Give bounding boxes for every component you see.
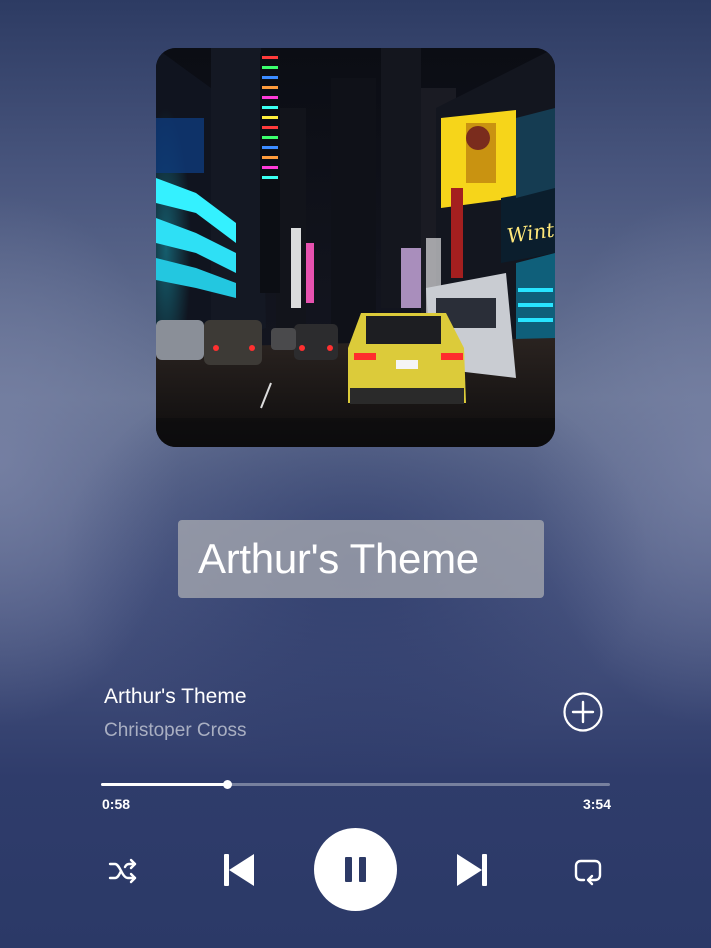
total-time: 3:54 [582, 796, 611, 812]
shuffle-icon [108, 858, 137, 884]
pause-icon [345, 857, 366, 882]
next-button[interactable] [455, 852, 489, 888]
elapsed-time: 0:58 [102, 796, 131, 812]
album-artwork: Winter G [156, 48, 555, 447]
previous-button[interactable] [222, 852, 256, 888]
play-pause-button[interactable] [314, 828, 397, 911]
track-artist: Christoper Cross [104, 720, 247, 741]
track-title: Arthur's Theme [104, 685, 247, 708]
progress-bar[interactable] [101, 780, 610, 789]
progress-handle[interactable] [223, 780, 233, 789]
add-to-library-button[interactable] [562, 691, 604, 733]
overlay-title-text: Arthur's Theme [198, 535, 479, 582]
repeat-icon [574, 859, 602, 886]
repeat-button[interactable] [572, 855, 604, 887]
shuffle-button[interactable] [107, 855, 139, 887]
track-info: Arthur's Theme Christoper Cross [104, 684, 247, 743]
progress-fill [101, 783, 228, 786]
plus-circle-icon [563, 692, 603, 732]
skip-previous-icon [224, 854, 254, 886]
skip-next-icon [457, 854, 487, 886]
title-overlay: Arthur's Theme [178, 520, 544, 598]
